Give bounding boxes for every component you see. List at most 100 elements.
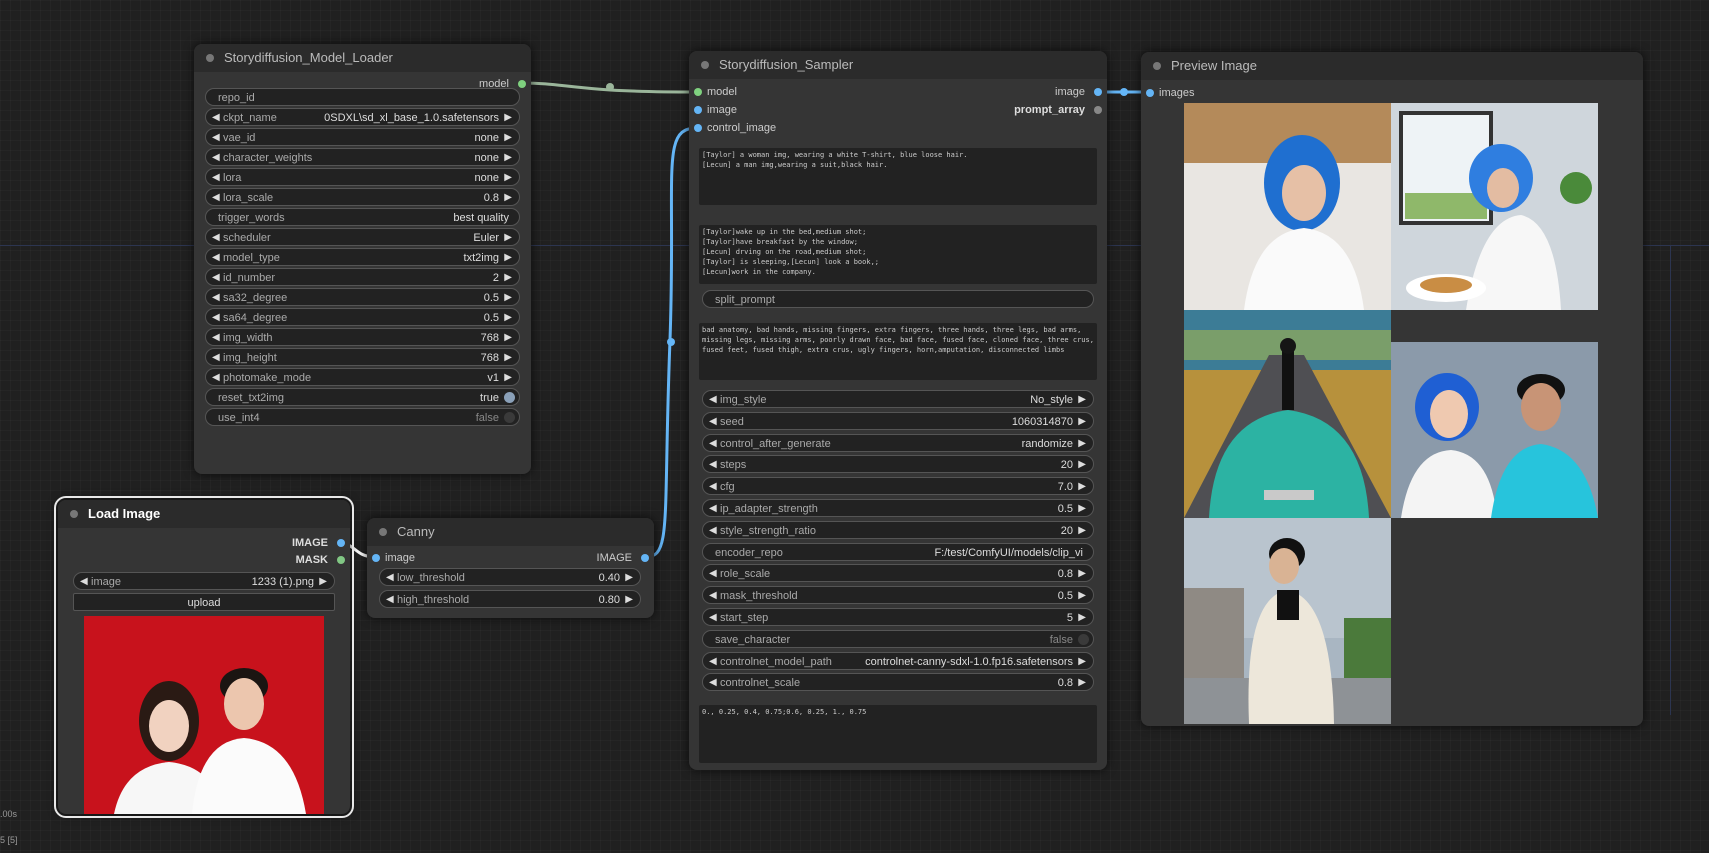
canny-node[interactable]: Canny image IMAGE ◀ low_threshold 0.40 ▶… — [367, 518, 654, 618]
save-character-widget[interactable]: save_character false — [702, 629, 1094, 648]
split-prompt-input[interactable]: split_prompt — [702, 290, 1094, 308]
image-output-dot-icon[interactable] — [337, 539, 345, 547]
arrow-left-icon[interactable]: ◀ — [212, 309, 220, 327]
arrow-right-icon[interactable]: ▶ — [1078, 674, 1086, 692]
use-int4-widget[interactable]: use_int4 false — [205, 408, 520, 426]
img-width-widget[interactable]: ◀ img_width 768 ▶ — [205, 328, 520, 346]
arrow-right-icon[interactable]: ▶ — [504, 269, 512, 287]
node-title-bar[interactable]: Canny — [367, 518, 654, 546]
arrow-right-icon[interactable]: ▶ — [1078, 565, 1086, 583]
image-output-dot-icon[interactable] — [641, 554, 649, 562]
lora-scale-widget[interactable]: ◀ lora_scale 0.8 ▶ — [205, 188, 520, 206]
images-input-dot-icon[interactable] — [1146, 89, 1154, 97]
woman-in-bed-image[interactable] — [1184, 103, 1391, 310]
image-input-dot-icon[interactable] — [694, 106, 702, 114]
arrow-right-icon[interactable]: ▶ — [504, 189, 512, 207]
node-title-bar[interactable]: Storydiffusion_Model_Loader — [194, 44, 531, 72]
arrow-right-icon[interactable]: ▶ — [625, 569, 633, 587]
arrow-left-icon[interactable]: ◀ — [709, 609, 717, 627]
mask-threshold-widget[interactable]: ◀ mask_threshold 0.5 ▶ — [702, 586, 1094, 605]
sa32-degree-widget[interactable]: ◀ sa32_degree 0.5 ▶ — [205, 288, 520, 306]
arrow-right-icon[interactable]: ▶ — [1078, 500, 1086, 518]
low-threshold-widget[interactable]: ◀ low_threshold 0.40 ▶ — [379, 568, 641, 586]
man-in-coat-image[interactable] — [1184, 518, 1391, 724]
scheduler-widget[interactable]: ◀ scheduler Euler ▶ — [205, 228, 520, 246]
start-step-widget[interactable]: ◀ start_step 5 ▶ — [702, 608, 1094, 626]
arrow-left-icon[interactable]: ◀ — [212, 289, 220, 307]
arrow-right-icon[interactable]: ▶ — [625, 591, 633, 609]
arrow-left-icon[interactable]: ◀ — [212, 369, 220, 387]
arrow-right-icon[interactable]: ▶ — [504, 329, 512, 347]
role-scale-widget[interactable]: ◀ role_scale 0.8 ▶ — [702, 564, 1094, 583]
arrow-left-icon[interactable]: ◀ — [212, 129, 220, 147]
character-weights-widget[interactable]: ◀ character_weights none ▶ — [205, 148, 520, 166]
arrow-right-icon[interactable]: ▶ — [1078, 609, 1086, 627]
arrow-right-icon[interactable]: ▶ — [1078, 653, 1086, 671]
arrow-right-icon[interactable]: ▶ — [504, 109, 512, 127]
model-type-widget[interactable]: ◀ model_type txt2img ▶ — [205, 248, 520, 266]
arrow-right-icon[interactable]: ▶ — [504, 369, 512, 387]
toggle-knob-icon[interactable] — [1078, 633, 1089, 645]
arrow-right-icon[interactable]: ▶ — [504, 149, 512, 167]
arrow-left-icon[interactable]: ◀ — [212, 109, 220, 127]
arrow-left-icon[interactable]: ◀ — [709, 500, 717, 518]
arrow-right-icon[interactable]: ▶ — [1078, 522, 1086, 540]
node-title-bar[interactable]: Storydiffusion_Sampler — [689, 51, 1107, 79]
arrow-left-icon[interactable]: ◀ — [709, 413, 717, 431]
control-after-generate-widget[interactable]: ◀ control_after_generate randomize ▶ — [702, 433, 1094, 453]
scene-prompt-textarea[interactable]: [Taylor]wake up in the bed,medium shot; … — [699, 225, 1097, 284]
node-title-bar[interactable]: Load Image — [58, 500, 350, 528]
man-driving-car-image[interactable] — [1184, 310, 1391, 518]
control-image-input-dot-icon[interactable] — [694, 124, 702, 132]
arrow-right-icon[interactable]: ▶ — [1078, 391, 1086, 409]
arrow-left-icon[interactable]: ◀ — [212, 189, 220, 207]
load-image-node[interactable]: Load Image IMAGE MASK ◀ image 1233 (1).p… — [54, 496, 354, 818]
arrow-left-icon[interactable]: ◀ — [709, 456, 717, 474]
seed-widget[interactable]: ◀ seed 1060314870 ▶ — [702, 411, 1094, 431]
arrow-left-icon[interactable]: ◀ — [212, 169, 220, 187]
preview-image-node[interactable]: Preview Image images — [1141, 52, 1643, 726]
model-input-dot-icon[interactable] — [694, 88, 702, 96]
toggle-knob-icon[interactable] — [504, 392, 515, 403]
upload-button[interactable]: upload — [73, 593, 335, 611]
arrow-left-icon[interactable]: ◀ — [709, 565, 717, 583]
woman-at-window-image[interactable] — [1391, 103, 1598, 310]
arrow-right-icon[interactable]: ▶ — [1078, 435, 1086, 453]
image-output-dot-icon[interactable] — [1094, 88, 1102, 96]
steps-widget[interactable]: ◀ steps 20 ▶ — [702, 455, 1094, 474]
arrow-left-icon[interactable]: ◀ — [709, 653, 717, 671]
arrow-right-icon[interactable]: ▶ — [504, 169, 512, 187]
repo-id-widget[interactable]: repo_id — [205, 88, 520, 106]
arrow-right-icon[interactable]: ▶ — [1078, 456, 1086, 474]
style-strength-ratio-widget[interactable]: ◀ style_strength_ratio 20 ▶ — [702, 520, 1094, 540]
collapse-dot-icon[interactable] — [206, 54, 214, 62]
arrow-left-icon[interactable]: ◀ — [709, 522, 717, 540]
arrow-right-icon[interactable]: ▶ — [504, 349, 512, 367]
controlnet-scale-widget[interactable]: ◀ controlnet_scale 0.8 ▶ — [702, 673, 1094, 692]
controlnet-strengths-textarea[interactable]: 0., 0.25, 0.4, 0.75;0.6, 0.25, 1., 0.75 — [699, 705, 1097, 763]
lora-widget[interactable]: ◀ lora none ▶ — [205, 168, 520, 186]
image-input-dot-icon[interactable] — [372, 554, 380, 562]
controlnet-model-path-widget[interactable]: ◀ controlnet_model_path controlnet-canny-s… — [702, 651, 1094, 671]
arrow-left-icon[interactable]: ◀ — [212, 269, 220, 287]
model-output-dot-icon[interactable] — [518, 80, 526, 88]
cfg-widget[interactable]: ◀ cfg 7.0 ▶ — [702, 477, 1094, 496]
toggle-knob-icon[interactable] — [504, 412, 515, 423]
arrow-left-icon[interactable]: ◀ — [212, 149, 220, 167]
arrow-right-icon[interactable]: ▶ — [504, 129, 512, 147]
img-style-widget[interactable]: ◀ img_style No_style ▶ — [702, 390, 1094, 408]
collapse-dot-icon[interactable] — [701, 61, 709, 69]
arrow-left-icon[interactable]: ◀ — [80, 573, 88, 591]
arrow-left-icon[interactable]: ◀ — [212, 329, 220, 347]
trigger-words-widget[interactable]: trigger_words best quality — [205, 208, 520, 226]
arrow-left-icon[interactable]: ◀ — [709, 478, 717, 496]
ip-adapter-strength-widget[interactable]: ◀ ip_adapter_strength 0.5 ▶ — [702, 499, 1094, 517]
arrow-right-icon[interactable]: ▶ — [504, 229, 512, 247]
vae-id-widget[interactable]: ◀ vae_id none ▶ — [205, 128, 520, 146]
couple-portrait-image[interactable] — [1391, 342, 1598, 518]
collapse-dot-icon[interactable] — [1153, 62, 1161, 70]
arrow-left-icon[interactable]: ◀ — [709, 435, 717, 453]
arrow-left-icon[interactable]: ◀ — [709, 587, 717, 605]
high-threshold-widget[interactable]: ◀ high_threshold 0.80 ▶ — [379, 590, 641, 608]
character-prompt-textarea[interactable]: [Taylor] a woman img, wearing a white T-… — [699, 148, 1097, 205]
